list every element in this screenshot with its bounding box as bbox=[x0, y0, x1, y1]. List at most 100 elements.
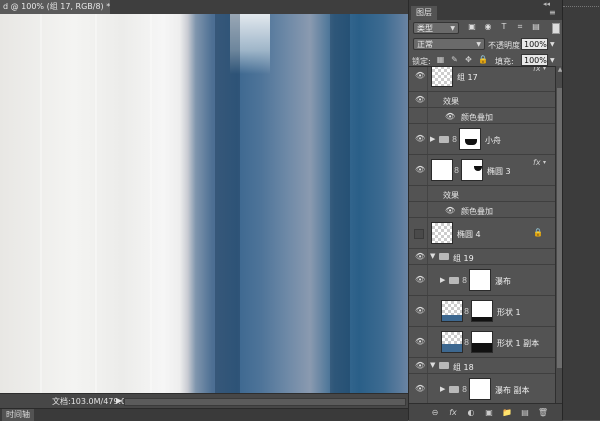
layer-name[interactable]: 小舟 bbox=[485, 135, 501, 146]
effects-row[interactable]: 👁 效果 bbox=[409, 92, 555, 108]
new-adjustment-icon[interactable]: ▣ bbox=[483, 407, 495, 418]
add-style-icon[interactable]: fx bbox=[447, 407, 459, 418]
layer-name[interactable]: 组 19 bbox=[453, 253, 474, 264]
fill-arrow-icon[interactable]: ▼ bbox=[550, 57, 555, 64]
layer-mask-thumbnail bbox=[461, 159, 483, 181]
timeline-bar: 时间轴 bbox=[0, 408, 408, 421]
fill-input[interactable]: 100% bbox=[521, 54, 548, 66]
layer-mask-thumbnail bbox=[459, 128, 481, 150]
layer-thumbnail bbox=[441, 300, 463, 322]
dropdown-arrow-icon: ▼ bbox=[450, 25, 455, 32]
filter-text-icon[interactable]: T bbox=[499, 22, 509, 32]
expand-effects-icon[interactable]: ▾ bbox=[543, 67, 546, 72]
eye-small-icon[interactable]: 👁 bbox=[445, 206, 455, 215]
visibility-eye-icon[interactable]: 👁 bbox=[415, 307, 425, 315]
layer-group-18[interactable]: 👁 ▼ 组 18 bbox=[409, 358, 555, 374]
layer-lock-icon: 🔒 bbox=[533, 228, 543, 237]
right-dock-strip bbox=[562, 0, 600, 420]
document-tab[interactable]: d @ 100% (组 17, RGB/8) *× bbox=[0, 0, 110, 14]
timeline-tab[interactable]: 时间轴 bbox=[2, 409, 34, 421]
dock-grip[interactable] bbox=[563, 6, 600, 10]
color-overlay-label: 颜色叠加 bbox=[461, 207, 493, 216]
lock-position-icon[interactable]: ✥ bbox=[464, 55, 473, 64]
visibility-eye-icon[interactable]: 👁 bbox=[415, 253, 425, 261]
status-menu-arrow-icon[interactable]: ▶ bbox=[116, 396, 122, 405]
layer-name[interactable]: 形状 1 副本 bbox=[497, 338, 539, 349]
status-bar: 文档:103.0M/479.0M ▶ bbox=[0, 393, 408, 408]
color-overlay-row[interactable]: 👁 颜色叠加 bbox=[409, 202, 555, 218]
lock-image-icon[interactable]: ✎ bbox=[450, 55, 459, 64]
expand-arrow-icon[interactable]: ▶ bbox=[440, 276, 445, 284]
folder-icon bbox=[449, 386, 459, 393]
layer-shape-1[interactable]: 👁 8 形状 1 bbox=[409, 296, 555, 327]
expand-arrow-icon[interactable]: ▶ bbox=[430, 135, 435, 143]
visibility-eye-icon[interactable]: 👁 bbox=[415, 385, 425, 393]
filter-type-dropdown[interactable]: 类型 ▼ bbox=[413, 22, 459, 34]
layer-mask-thumbnail bbox=[471, 331, 493, 353]
new-layer-icon[interactable]: ▤ bbox=[519, 407, 531, 418]
visibility-eye-icon[interactable]: 👁 bbox=[415, 338, 425, 346]
filter-smart-object-icon[interactable]: ▤ bbox=[531, 22, 541, 32]
filter-shape-icon[interactable]: ⌗ bbox=[515, 22, 525, 32]
layer-name[interactable]: 形状 1 bbox=[497, 307, 521, 318]
layer-ellipse-3[interactable]: 👁 8 椭圆 3 fx ▾ bbox=[409, 155, 555, 186]
expand-arrow-icon[interactable]: ▶ bbox=[440, 385, 445, 393]
layer-effects-icon[interactable]: fx bbox=[533, 158, 541, 167]
visibility-eye-icon[interactable]: 👁 bbox=[415, 276, 425, 284]
layer-group-17[interactable]: 👁 组 17 fx ▾ bbox=[409, 67, 555, 92]
layer-mask-thumbnail bbox=[471, 300, 493, 322]
dropdown-arrow-icon: ▼ bbox=[476, 41, 481, 48]
collapse-arrows-icon[interactable]: ◂◂ bbox=[543, 0, 550, 8]
folder-icon bbox=[439, 362, 449, 369]
filter-toggle[interactable] bbox=[552, 23, 560, 34]
filter-pixel-icon[interactable]: ▣ bbox=[467, 22, 477, 32]
canvas-shadow bbox=[330, 14, 350, 393]
layer-waterfall-copy[interactable]: 👁 ▶ 8 瀑布 副本 bbox=[409, 374, 555, 404]
collapse-arrow-icon[interactable]: ▼ bbox=[430, 361, 435, 369]
horizontal-scrollbar[interactable] bbox=[124, 398, 406, 406]
visibility-eye-icon[interactable]: 👁 bbox=[415, 96, 425, 104]
visibility-toggle-empty[interactable] bbox=[414, 229, 424, 239]
collapse-arrow-icon[interactable]: ▼ bbox=[430, 252, 435, 260]
layer-effects-icon[interactable]: fx bbox=[533, 67, 541, 73]
layers-bottom-toolbar: ⊖ fx ◐ ▣ 📁 ▤ 🗑 bbox=[409, 403, 563, 421]
document-tab-bar: d @ 100% (组 17, RGB/8) *× bbox=[0, 0, 408, 15]
link-icon: 8 bbox=[462, 276, 468, 285]
layer-name[interactable]: 椭圆 4 bbox=[457, 229, 481, 240]
layer-shape-1-copy[interactable]: 👁 8 形状 1 副本 bbox=[409, 327, 555, 358]
visibility-eye-icon[interactable]: 👁 bbox=[415, 362, 425, 370]
layer-name[interactable]: 瀑布 bbox=[495, 276, 511, 287]
lock-all-icon[interactable]: 🔒 bbox=[478, 55, 488, 64]
add-mask-icon[interactable]: ◐ bbox=[465, 407, 477, 418]
expand-effects-icon[interactable]: ▾ bbox=[543, 159, 546, 166]
visibility-eye-icon[interactable]: 👁 bbox=[415, 72, 425, 80]
visibility-eye-icon[interactable]: 👁 bbox=[415, 166, 425, 174]
layer-name[interactable]: 组 18 bbox=[453, 362, 474, 373]
opacity-label: 不透明度: bbox=[488, 41, 523, 50]
layer-thumbnail bbox=[431, 222, 453, 244]
layer-name[interactable]: 瀑布 副本 bbox=[495, 385, 530, 396]
lock-transparent-icon[interactable]: ▦ bbox=[436, 55, 445, 64]
visibility-eye-icon[interactable]: 👁 bbox=[415, 135, 425, 143]
blend-mode-dropdown[interactable]: 正常 ▼ bbox=[413, 38, 485, 50]
layer-name[interactable]: 椭圆 3 bbox=[487, 166, 511, 177]
layer-thumbnail bbox=[441, 331, 463, 353]
layer-waterfall[interactable]: 👁 ▶ 8 瀑布 bbox=[409, 265, 555, 296]
opacity-arrow-icon[interactable]: ▼ bbox=[550, 41, 555, 48]
layer-group-19[interactable]: 👁 ▼ 组 19 bbox=[409, 249, 555, 265]
layer-ellipse-4[interactable]: 椭圆 4 🔒 bbox=[409, 218, 555, 249]
color-overlay-row[interactable]: 👁 颜色叠加 bbox=[409, 108, 555, 124]
link-layers-icon[interactable]: ⊖ bbox=[429, 407, 441, 418]
layer-boat[interactable]: 👁 ▶ 8 小舟 bbox=[409, 124, 555, 155]
eye-small-icon[interactable]: 👁 bbox=[445, 112, 455, 121]
layers-panel: 图层 ◂◂ ≡ 类型 ▼ ▣ ◉ T ⌗ ▤ 正常 ▼ 不透明度: 100% ▼ 锁… bbox=[408, 0, 564, 421]
opacity-input[interactable]: 100% bbox=[521, 38, 548, 50]
image-canvas[interactable] bbox=[0, 14, 408, 393]
effects-row[interactable]: 效果 bbox=[409, 186, 555, 202]
panel-menu-icon[interactable]: ≡ bbox=[549, 8, 556, 17]
new-group-icon[interactable]: 📁 bbox=[501, 407, 513, 418]
filter-adjustment-icon[interactable]: ◉ bbox=[483, 22, 493, 32]
delete-layer-icon[interactable]: 🗑 bbox=[537, 407, 549, 418]
layer-name[interactable]: 组 17 bbox=[457, 72, 478, 83]
layers-tab[interactable]: 图层 bbox=[411, 6, 437, 20]
